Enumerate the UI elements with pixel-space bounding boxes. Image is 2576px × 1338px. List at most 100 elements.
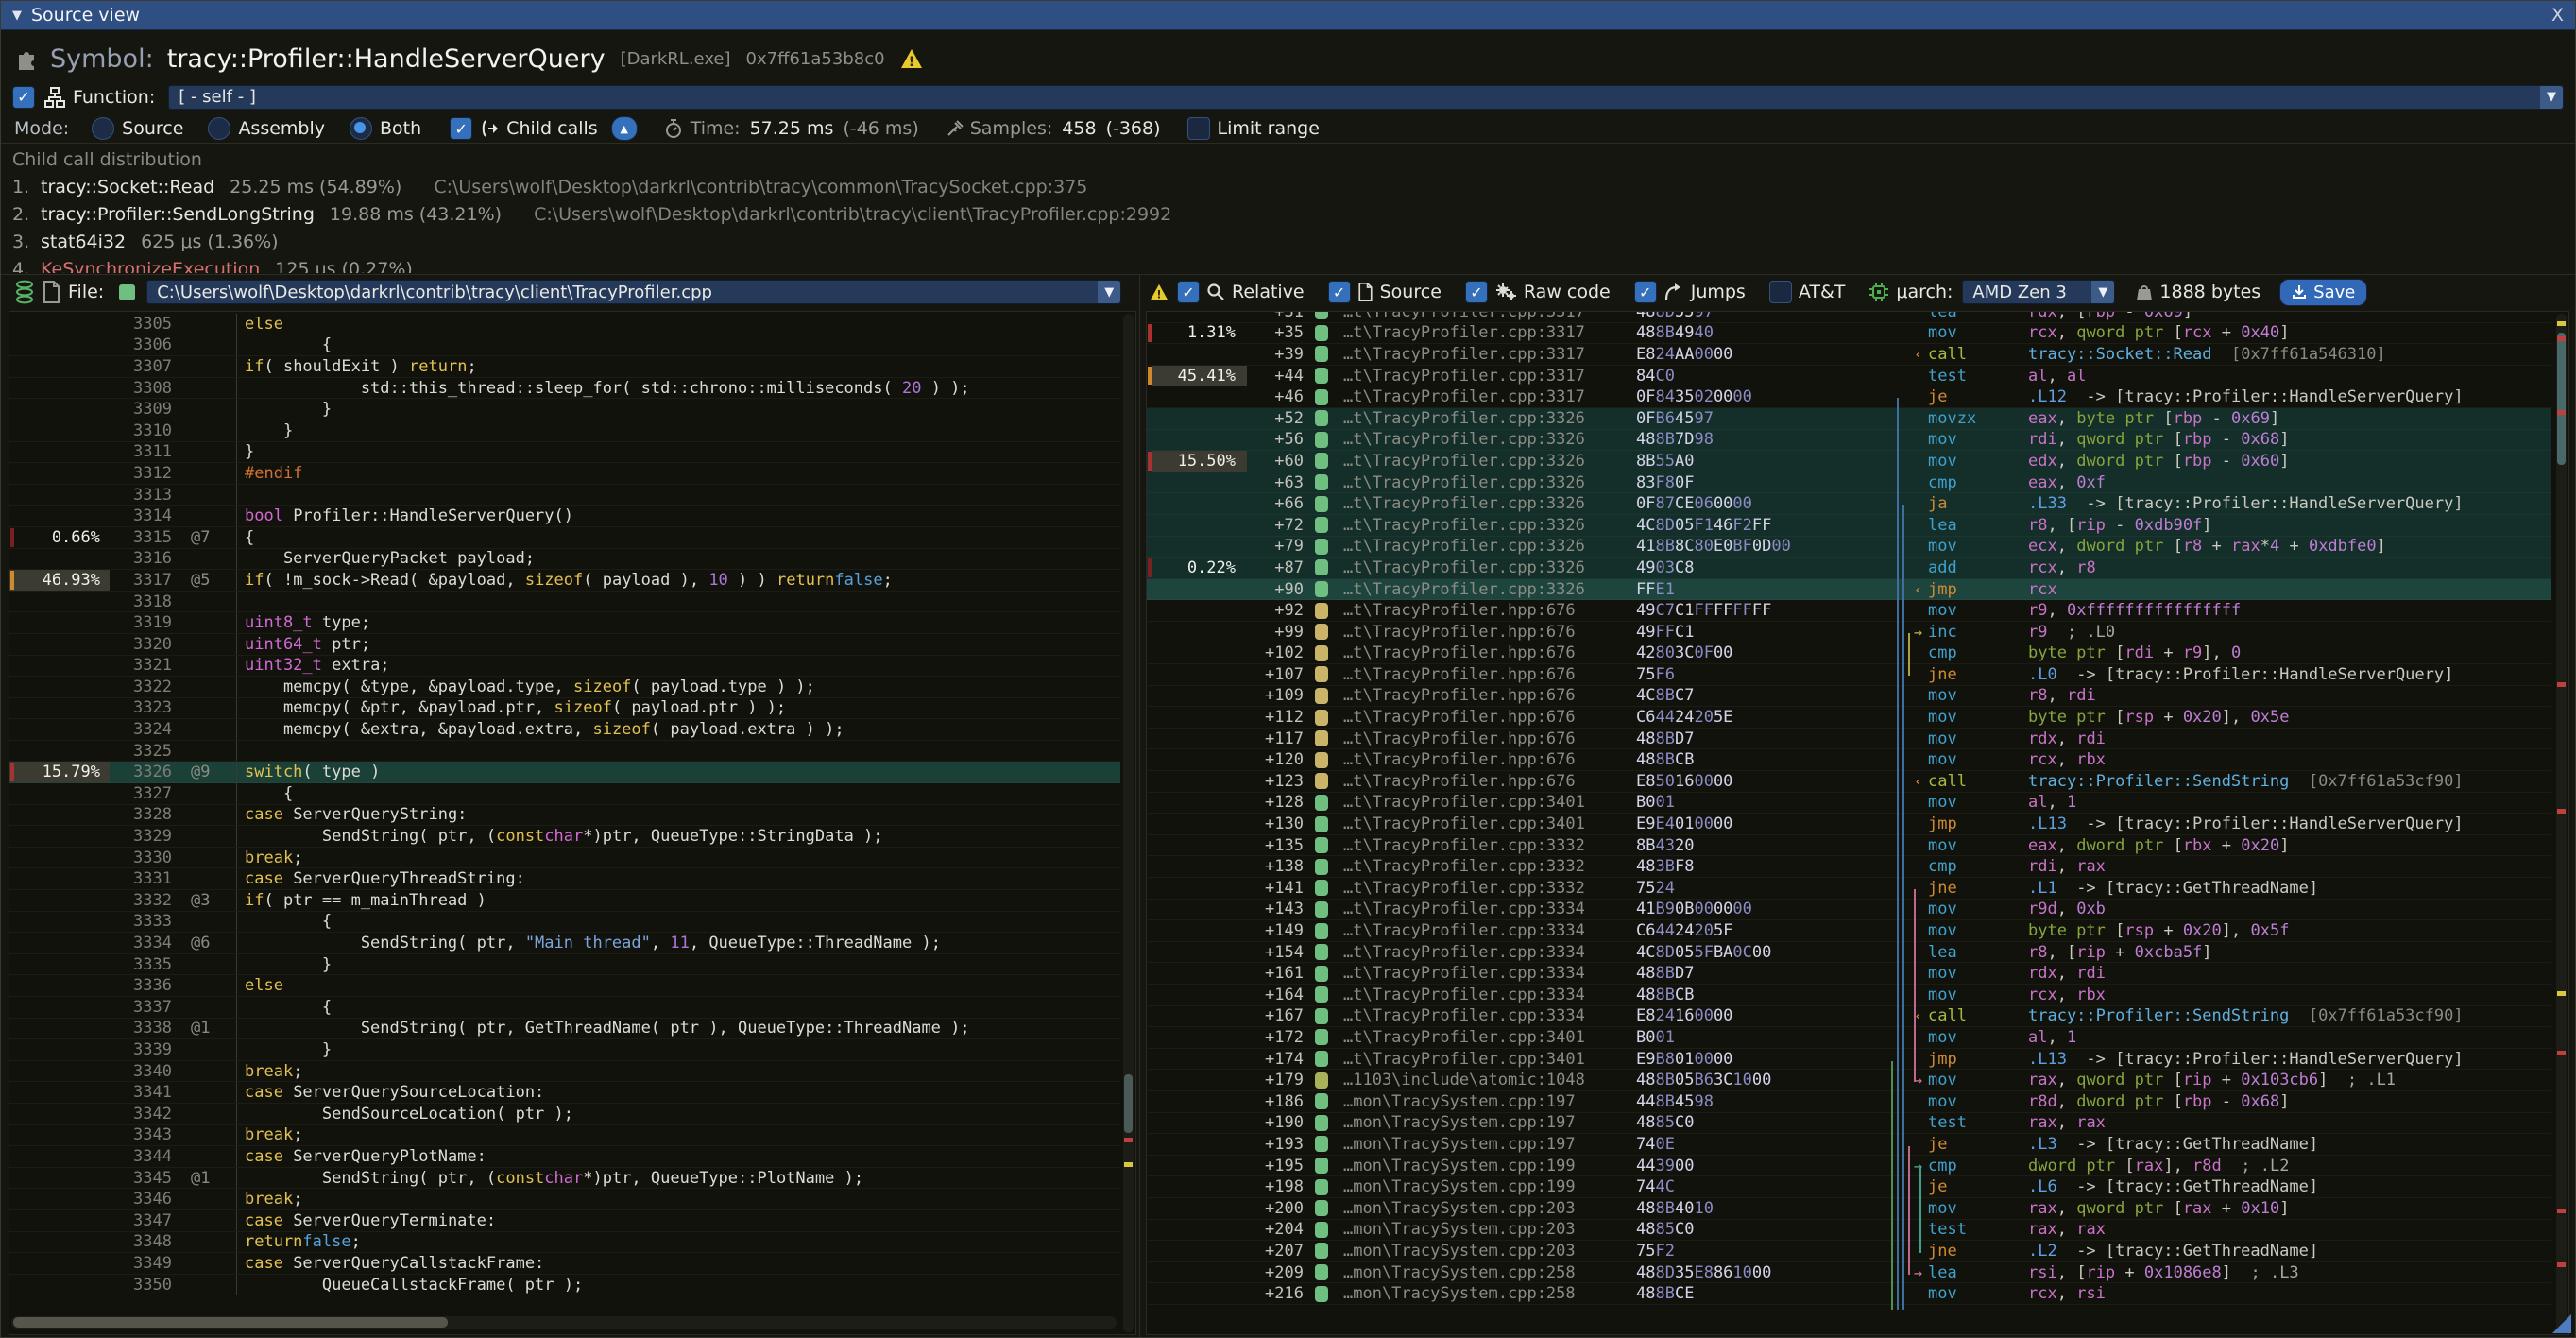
asm-mnemonic[interactable]: mov [1928,430,2028,449]
asm-mnemonic[interactable]: mov [1928,537,2028,556]
asm-mnemonic[interactable]: lea [1928,516,2028,535]
asm-location[interactable]: …t\TracyProfiler.hpp:676 [1343,772,1636,791]
source-vertical-scrollbar[interactable] [1123,314,1134,1332]
source-line[interactable]: 3308 std::this_thread::sleep_for( std::c… [9,378,1120,400]
asm-row[interactable]: +195 …mon\TracySystem.cpp:199 443900 → c… [1147,1156,2551,1177]
source-line[interactable]: 3321 uint32_t extra; [9,656,1120,678]
collapse-icon[interactable]: ▼ [12,9,22,23]
asm-mnemonic[interactable]: mov [1928,964,2028,983]
asm-row[interactable]: +216 …mon\TracySystem.cpp:258 488BCE mov… [1147,1283,2551,1305]
asm-location[interactable]: …t\TracyProfiler.hpp:676 [1343,623,1636,642]
asm-row[interactable]: +56 …t\TracyProfiler.cpp:3326 488B7D98 m… [1147,430,2551,452]
asm-location[interactable]: …t\TracyProfiler.hpp:676 [1343,601,1636,620]
asm-row[interactable]: +123 …t\TracyProfiler.hpp:676 E850160000… [1147,771,2551,793]
source-line[interactable]: 3341 case ServerQuerySourceLocation: [9,1082,1120,1104]
asm-mnemonic[interactable]: mov [1928,1284,2028,1303]
scrollbar-thumb[interactable] [13,1317,448,1328]
asm-mnemonic[interactable]: jne [1928,1242,2028,1261]
source-line[interactable]: 3312 #endif [9,463,1120,485]
asm-location[interactable]: …t\TracyProfiler.cpp:3401 [1343,1050,1636,1069]
source-line[interactable]: 3338 @1 SendString( ptr, GetThreadName( … [9,1019,1120,1040]
asm-row[interactable]: +112 …t\TracyProfiler.hpp:676 C64424205E… [1147,707,2551,729]
asm-row[interactable]: +72 …t\TracyProfiler.cpp:3326 4C8D05F146… [1147,515,2551,537]
asm-mnemonic[interactable]: cmp [1928,857,2028,876]
limit-range-checkbox[interactable]: ✓ [1187,117,1210,140]
asm-location[interactable]: …mon\TracySystem.cpp:203 [1343,1242,1636,1261]
asm-location[interactable]: …t\TracyProfiler.cpp:3317 [1343,345,1636,364]
resize-grip-icon[interactable] [2552,1314,2571,1333]
source-line[interactable]: 3324 memcpy( &extra, &payload.extra, siz… [9,719,1120,741]
pane-divider[interactable] [1139,275,1140,1337]
asm-row[interactable]: +66 …t\TracyProfiler.cpp:3326 0F87CE0600… [1147,493,2551,515]
source-line[interactable]: 3330 break; [9,848,1120,869]
asm-mnemonic[interactable]: mov [1928,1199,2028,1218]
source-line[interactable]: 3342 SendSourceLocation( ptr ); [9,1104,1120,1125]
asm-location[interactable]: …t\TracyProfiler.cpp:3332 [1343,857,1636,876]
asm-row[interactable]: +102 …t\TracyProfiler.hpp:676 42803C0F00… [1147,643,2551,665]
asm-row[interactable]: +193 …mon\TracySystem.cpp:197 740E je .L… [1147,1134,2551,1156]
asm-location[interactable]: …t\TracyProfiler.cpp:3332 [1343,879,1636,898]
child-call-item[interactable]: 4. KeSynchronizeExecution 125 μs (0.27%) [12,255,2564,273]
asm-location[interactable]: …t\TracyProfiler.cpp:3326 [1343,452,1636,471]
asm-location[interactable]: …mon\TracySystem.cpp:258 [1343,1263,1636,1282]
child-call-item[interactable]: 1. tracy::Socket::Read 25.25 ms (54.89%)… [12,173,2564,200]
source-line[interactable]: 3322 memcpy( &type, &payload.type, sizeo… [9,677,1120,698]
asm-row[interactable]: 15.50% +60 …t\TracyProfiler.cpp:3326 8B5… [1147,451,2551,472]
source-line[interactable]: 3323 memcpy( &ptr, &payload.ptr, sizeof(… [9,698,1120,720]
file-select[interactable]: C:\Users\wolf\Desktop\darkrl\contrib\tra… [146,280,1121,304]
source-line[interactable]: 3310 } [9,420,1120,442]
asm-mnemonic[interactable]: call [1928,1006,2028,1025]
relative-checkbox[interactable]: ✓ [1177,281,1200,303]
parent-symbol-button[interactable]: ▲ [611,116,638,141]
asm-location[interactable]: …mon\TracySystem.cpp:197 [1343,1092,1636,1111]
asm-mnemonic[interactable]: mov [1928,1028,2028,1047]
asm-location[interactable]: …t\TracyProfiler.cpp:3334 [1343,921,1636,940]
source-line[interactable]: 3314 bool Profiler::HandleServerQuery() [9,506,1120,527]
window-titlebar[interactable]: ▼ Source view X [1,1,2575,30]
asm-location[interactable]: …t\TracyProfiler.cpp:3332 [1343,836,1636,855]
asm-row[interactable]: 0.22% +87 …t\TracyProfiler.cpp:3326 4903… [1147,558,2551,579]
asm-mnemonic[interactable]: mov [1928,323,2028,342]
asm-row[interactable]: +174 …t\TracyProfiler.cpp:3401 E9B801000… [1147,1049,2551,1071]
asm-location[interactable]: …t\TracyProfiler.cpp:3334 [1343,1006,1636,1025]
scrollbar-thumb[interactable] [1124,1074,1133,1133]
asm-mnemonic[interactable]: mov [1928,601,2028,620]
asm-location[interactable]: …t\TracyProfiler.cpp:3334 [1343,943,1636,962]
child-call-item[interactable]: 3. stat64i32 625 μs (1.36%) [12,228,2564,255]
asm-location[interactable]: …t\TracyProfiler.cpp:3326 [1343,409,1636,428]
asm-location[interactable]: …t\TracyProfiler.cpp:3334 [1343,900,1636,918]
asm-location[interactable]: …t\TracyProfiler.cpp:3326 [1343,537,1636,556]
asm-location[interactable]: …t\TracyProfiler.cpp:3326 [1343,473,1636,492]
asm-row[interactable]: +39 …t\TracyProfiler.cpp:3317 E824AA0000… [1147,344,2551,366]
radio-source[interactable] [92,117,114,140]
chevron-down-icon[interactable]: ▼ [1098,281,1120,303]
asm-location[interactable]: …t\TracyProfiler.cpp:3317 [1343,311,1636,321]
asm-row[interactable]: +79 …t\TracyProfiler.cpp:3326 418B8C80E0… [1147,537,2551,558]
asm-mnemonic[interactable]: mov [1928,1092,2028,1111]
asm-row[interactable]: +92 …t\TracyProfiler.hpp:676 49C7C1FFFFF… [1147,600,2551,622]
asm-row[interactable]: +198 …mon\TracySystem.cpp:199 744C je .L… [1147,1176,2551,1198]
function-checkbox[interactable]: ✓ [12,86,35,109]
source-line[interactable]: 3347 case ServerQueryTerminate: [9,1210,1120,1232]
close-icon[interactable]: X [2551,5,2564,26]
asm-mnemonic[interactable]: lea [1928,943,2028,962]
asm-mnemonic[interactable]: cmp [1928,1157,2028,1175]
asm-row[interactable]: +186 …mon\TracySystem.cpp:197 448B4598 m… [1147,1091,2551,1113]
source-line[interactable]: 3335 } [9,954,1120,976]
asm-row[interactable]: +154 …t\TracyProfiler.cpp:3334 4C8D055FB… [1147,942,2551,964]
source-line[interactable]: 3331 case ServerQueryThreadString: [9,868,1120,890]
asm-mnemonic[interactable]: jne [1928,665,2028,684]
asm-mnemonic[interactable]: mov [1928,836,2028,855]
asm-mnemonic[interactable]: mov [1928,708,2028,727]
source-line[interactable]: 3307 if( shouldExit ) return; [9,356,1120,378]
asm-location[interactable]: …t\TracyProfiler.hpp:676 [1343,686,1636,705]
asm-row[interactable]: +130 …t\TracyProfiler.cpp:3401 E9E401000… [1147,814,2551,835]
asm-row[interactable]: +46 …t\TracyProfiler.cpp:3317 0F84350200… [1147,386,2551,408]
asm-row[interactable]: +138 …t\TracyProfiler.cpp:3332 483BF8 cm… [1147,856,2551,878]
source-line[interactable]: 3328 case ServerQueryString: [9,805,1120,827]
asm-mnemonic[interactable]: je [1928,1135,2028,1154]
asm-mnemonic[interactable]: mov [1928,1071,2028,1089]
asm-location[interactable]: …1103\include\atomic:1048 [1343,1071,1636,1089]
source-checkbox[interactable]: ✓ [1328,281,1351,303]
asm-mnemonic[interactable]: inc [1928,623,2028,642]
